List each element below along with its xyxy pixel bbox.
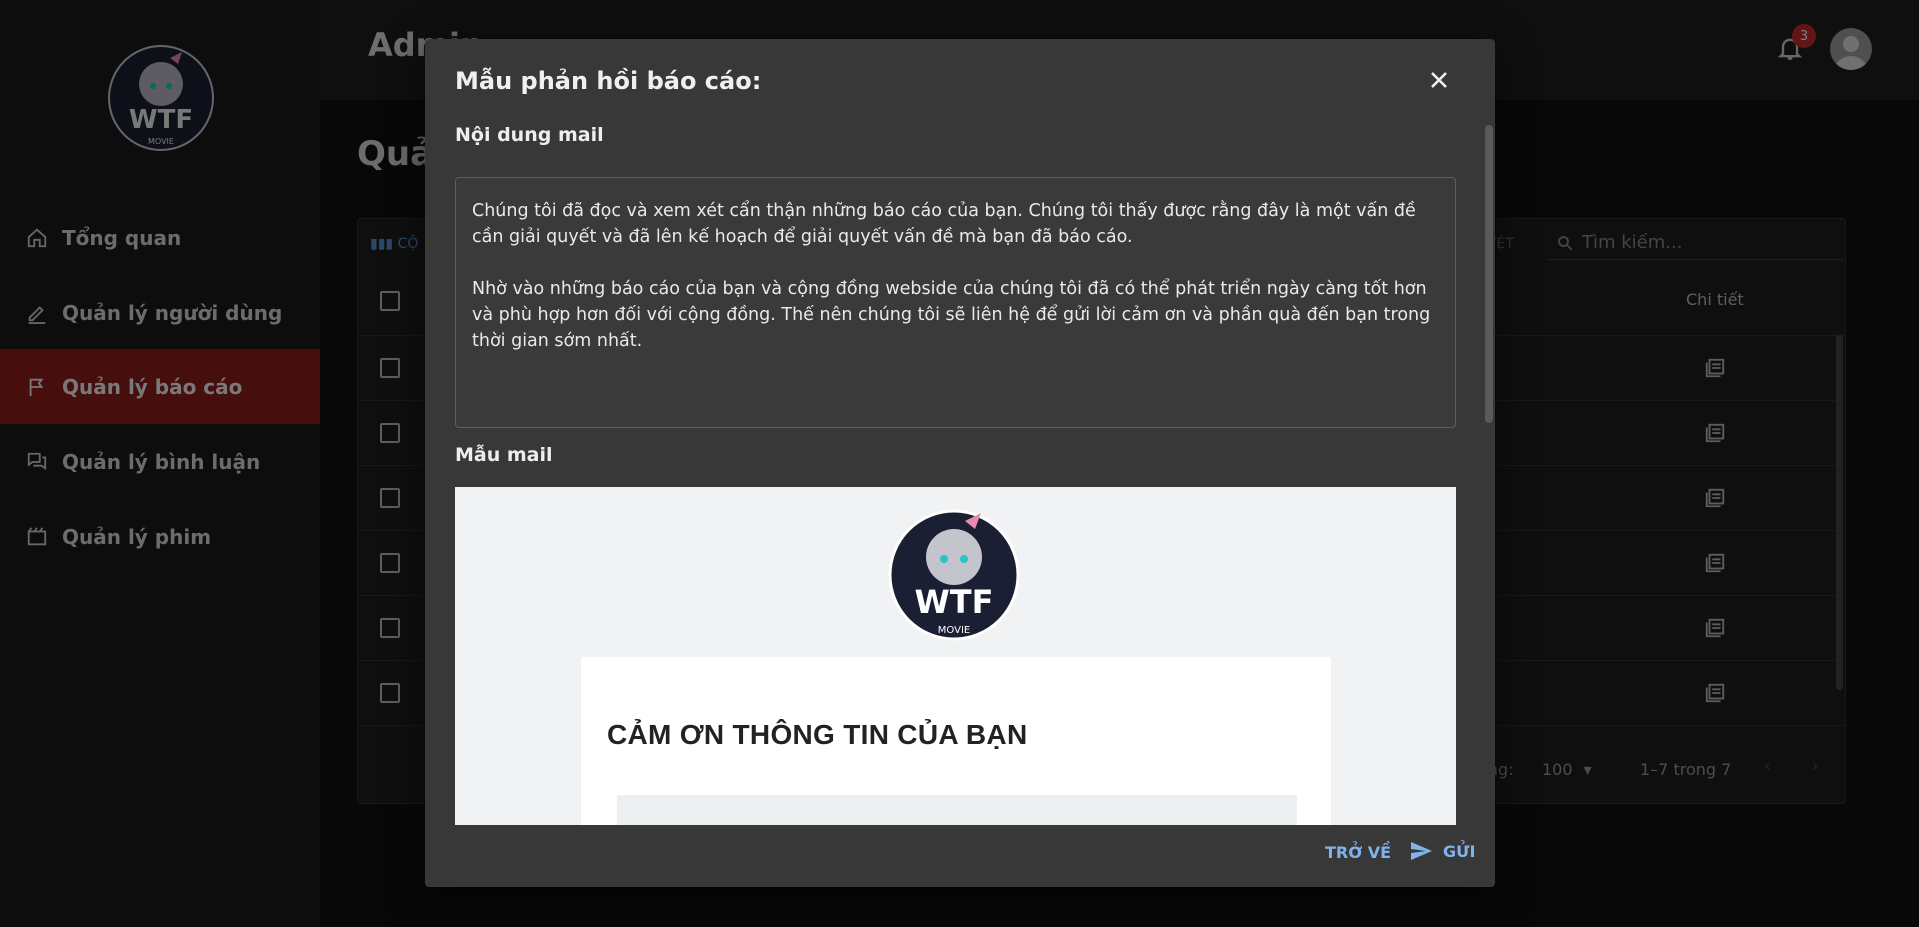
svg-text:WTF: WTF [915,583,994,621]
preview-card: CẢM ƠN THÔNG TIN CỦA BẠN [581,657,1331,825]
mail-content-textarea[interactable]: Chúng tôi đã đọc và xem xét cẩn thận nhữ… [455,177,1456,428]
mail-paragraph: Nhờ vào những báo cáo của bạn và cộng đồ… [472,279,1431,351]
svg-text:MOVIE: MOVIE [938,625,970,636]
preview-heading: CẢM ƠN THÔNG TIN CỦA BẠN [607,719,1028,750]
close-button[interactable] [1426,67,1452,93]
preview-content-box [617,795,1297,825]
dialog-title: Mẫu phản hồi báo cáo: [455,67,762,95]
back-button[interactable]: TRỞ VỀ [1325,843,1391,862]
template-label: Mẫu mail [455,444,553,466]
close-icon [1431,72,1447,88]
report-reply-dialog: Mẫu phản hồi báo cáo: Nội dung mail Chún… [425,39,1495,887]
content-label: Nội dung mail [455,124,604,146]
send-icon [1411,842,1432,860]
dialog-scrollbar[interactable] [1485,125,1493,423]
send-button[interactable]: GỬI [1409,839,1475,863]
mail-paragraph: Chúng tôi đã đọc và xem xét cẩn thận nhữ… [472,201,1416,247]
wtf-logo: WTF MOVIE [888,509,1020,641]
mail-template-preview: WTF MOVIE CẢM ƠN THÔNG TIN CỦA BẠN [455,487,1456,825]
dialog-actions: TRỞ VỀ GỬI [425,829,1495,887]
